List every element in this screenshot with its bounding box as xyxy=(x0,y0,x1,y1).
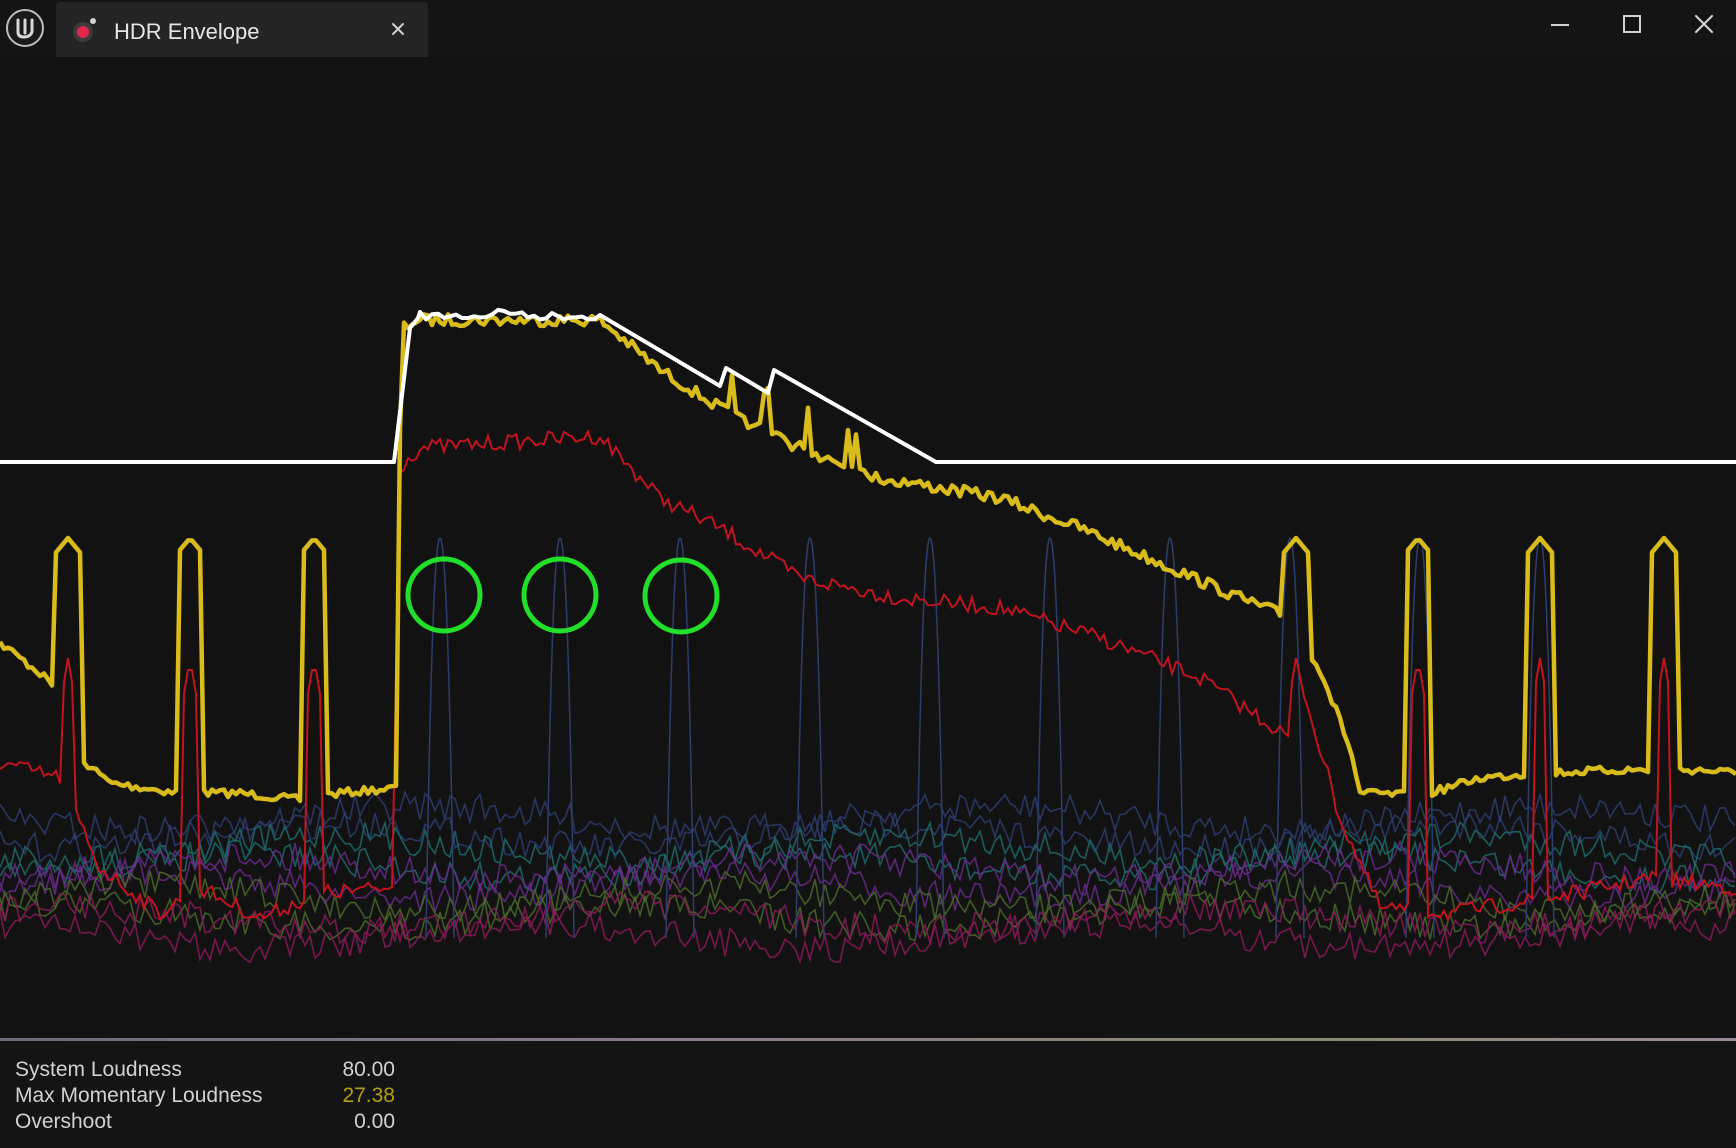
maximize-button[interactable] xyxy=(1596,4,1668,44)
stat-row-max-momentary-loudness: Max Momentary Loudness 27.38 xyxy=(15,1084,395,1110)
maximize-icon xyxy=(1623,15,1641,33)
unreal-engine-logo-icon[interactable] xyxy=(5,8,45,48)
minimize-button[interactable] xyxy=(1524,4,1596,44)
stats-panel: System Loudness 80.00 Max Momentary Loud… xyxy=(0,1041,1736,1148)
tab-hdr-envelope[interactable]: HDR Envelope xyxy=(56,2,428,57)
graph-canvas xyxy=(0,58,1736,1038)
minimize-icon xyxy=(1551,24,1569,26)
stat-value: 27.38 xyxy=(342,1084,395,1107)
audio-record-icon xyxy=(70,15,100,45)
close-icon[interactable] xyxy=(386,17,410,41)
stat-value: 80.00 xyxy=(342,1058,395,1081)
title-bar[interactable]: HDR Envelope xyxy=(0,0,1736,58)
stat-label: System Loudness xyxy=(15,1058,182,1081)
close-icon xyxy=(1694,14,1714,34)
stat-row-system-loudness: System Loudness 80.00 xyxy=(15,1058,395,1084)
tab-label: HDR Envelope xyxy=(114,19,260,44)
loudness-graph[interactable] xyxy=(0,58,1736,1040)
stat-value: 0.00 xyxy=(354,1110,395,1133)
stat-label: Max Momentary Loudness xyxy=(15,1084,263,1107)
hdr-envelope-window: HDR Envelope System Loudness 80.00 Max M… xyxy=(0,0,1736,1148)
stat-row-overshoot: Overshoot 0.00 xyxy=(15,1110,395,1136)
close-window-button[interactable] xyxy=(1668,4,1736,44)
stat-label: Overshoot xyxy=(15,1110,112,1133)
